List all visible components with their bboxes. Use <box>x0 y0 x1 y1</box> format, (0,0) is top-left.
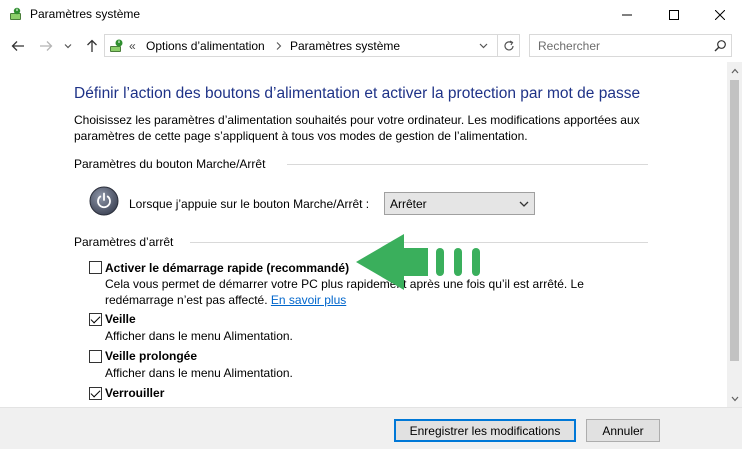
green-arrow-pointer <box>356 234 480 290</box>
search-icon[interactable] <box>712 38 728 54</box>
close-icon <box>715 10 725 20</box>
scroll-up-button[interactable] <box>727 62 742 79</box>
chevron-down-icon <box>519 201 529 207</box>
page-title: Définir l’action des boutons d’alimentat… <box>74 85 641 102</box>
maximize-button[interactable] <box>651 0 697 30</box>
intro-text: Choisissez les paramètres d’alimentation… <box>74 113 640 143</box>
vertical-scrollbar[interactable] <box>727 62 742 407</box>
sleep-label[interactable]: Veille <box>105 312 136 326</box>
up-button[interactable] <box>83 37 101 55</box>
chevron-down-icon <box>64 44 72 49</box>
breadcrumb-overflow[interactable]: « <box>129 39 136 53</box>
power-button-action-select[interactable]: Arrêter <box>384 192 535 215</box>
back-button[interactable] <box>9 37 27 55</box>
search-input[interactable] <box>530 35 710 56</box>
learn-more-link[interactable]: En savoir plus <box>271 293 346 307</box>
power-button-section-label: Paramètres du bouton Marche/Arrêt <box>74 157 266 171</box>
save-changes-button[interactable]: Enregistrer les modifications <box>394 419 576 442</box>
hibernate-checkbox[interactable] <box>89 350 102 363</box>
chevron-down-icon <box>731 396 738 401</box>
arrow-up-icon <box>87 39 97 52</box>
hibernate-description: Afficher dans le menu Alimentation. <box>105 366 293 380</box>
window-title: Paramètres système <box>30 7 141 21</box>
scroll-thumb[interactable] <box>730 80 739 361</box>
close-button[interactable] <box>697 0 742 30</box>
footer-bar: Enregistrer les modifications Annuler <box>0 407 742 449</box>
breadcrumb-system-settings[interactable]: Paramètres système <box>290 39 400 53</box>
chevron-down-icon <box>479 43 487 49</box>
section-divider <box>287 164 648 165</box>
shutdown-section-label: Paramètres d’arrêt <box>74 235 174 249</box>
address-bar[interactable]: « Options d’alimentation Paramètres syst… <box>104 34 520 57</box>
power-button-icon <box>89 186 119 216</box>
recent-locations-button[interactable] <box>62 37 74 55</box>
minimize-button[interactable] <box>604 0 650 30</box>
power-button-action-label: Lorsque j’appuie sur le bouton Marche/Ar… <box>129 197 370 211</box>
sleep-checkbox[interactable] <box>89 313 102 326</box>
fast-startup-label[interactable]: Activer le démarrage rapide (recommandé) <box>105 261 349 275</box>
maximize-icon <box>669 10 679 20</box>
lock-label[interactable]: Verrouiller <box>105 386 164 400</box>
refresh-button[interactable] <box>497 35 519 56</box>
search-box[interactable] <box>529 34 732 57</box>
cancel-button[interactable]: Annuler <box>586 419 660 442</box>
hibernate-label[interactable]: Veille prolongée <box>105 349 197 363</box>
lock-checkbox[interactable] <box>89 387 102 400</box>
breadcrumb-power-options[interactable]: Options d’alimentation <box>146 39 265 53</box>
arrow-left-icon <box>11 41 24 51</box>
minimize-icon <box>622 14 632 16</box>
refresh-icon <box>503 39 514 50</box>
address-history-button[interactable] <box>473 35 493 56</box>
scroll-down-button[interactable] <box>727 390 742 407</box>
arrow-right-icon <box>40 41 53 51</box>
sleep-description: Afficher dans le menu Alimentation. <box>105 329 293 343</box>
control-panel-icon <box>110 39 123 52</box>
power-button-action-value: Arrêter <box>390 197 427 211</box>
fast-startup-checkbox[interactable] <box>89 261 102 274</box>
chevron-up-icon <box>731 68 738 73</box>
title-bar: Paramètres système <box>0 0 742 30</box>
power-options-app-icon <box>10 7 21 20</box>
settings-content: Définir l’action des boutons d’alimentat… <box>0 62 727 407</box>
breadcrumb-separator-icon <box>276 42 282 50</box>
forward-button[interactable] <box>37 37 55 55</box>
